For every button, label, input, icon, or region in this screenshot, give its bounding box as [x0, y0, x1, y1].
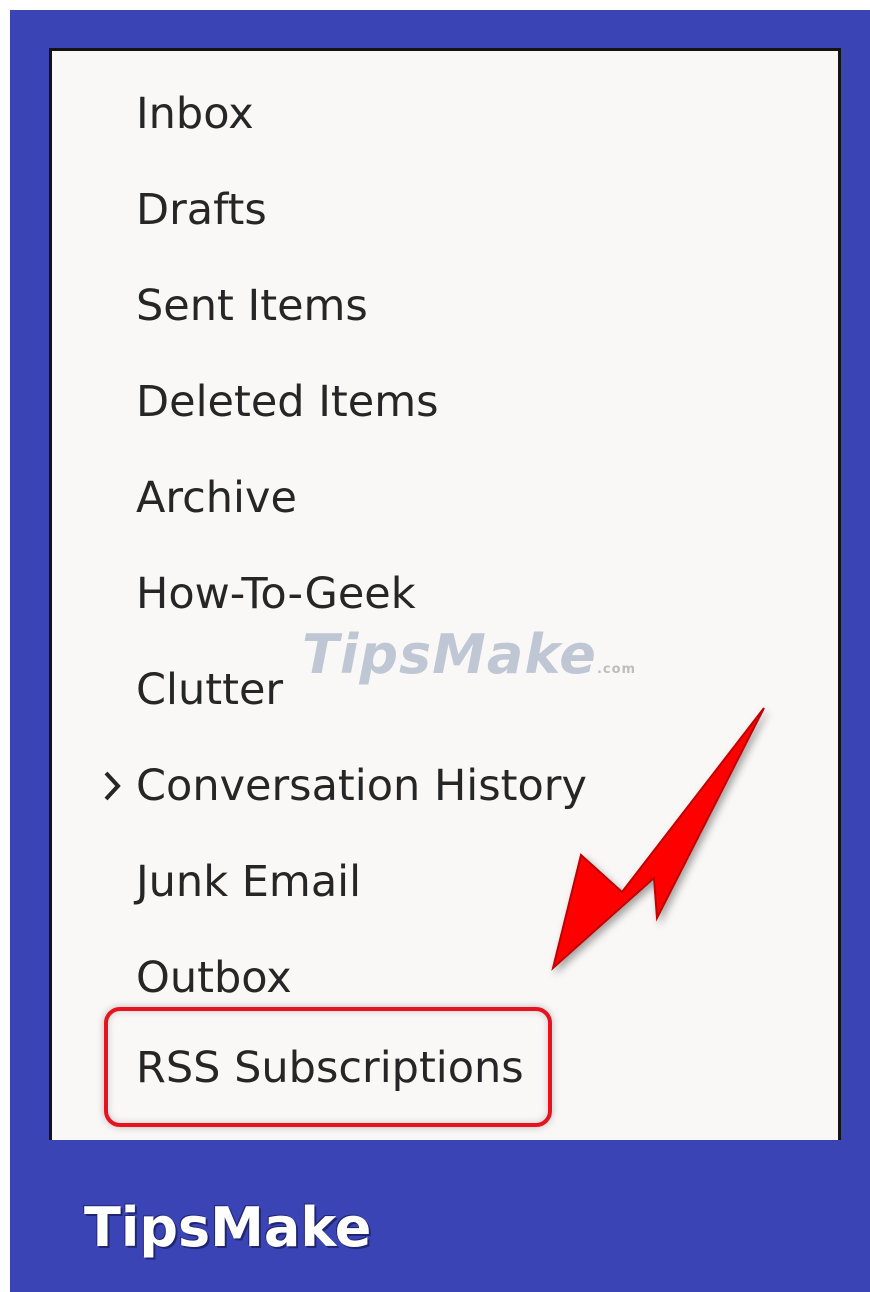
red-arrow-icon	[551, 707, 765, 971]
brand-logo-text: TipsMake	[84, 1196, 372, 1259]
